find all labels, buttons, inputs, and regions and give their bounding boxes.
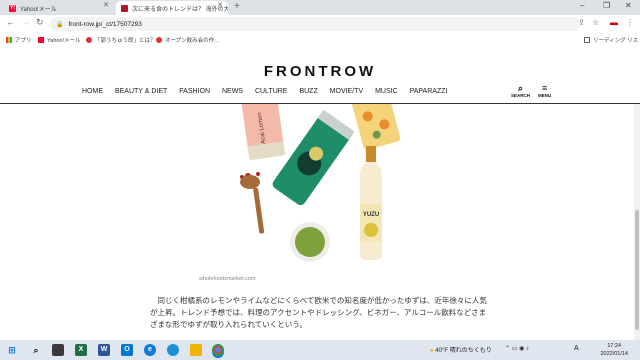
minimize-icon[interactable]: – [580, 1, 584, 10]
close-icon[interactable]: ✕ [103, 1, 109, 9]
clock[interactable]: 17:24 2022/01/14 [600, 342, 628, 358]
nav-movie-tv[interactable]: MOVIE/TV [330, 88, 363, 95]
bookmark-label: アプリ [15, 38, 32, 44]
url-text: front-row.jp/_ct/17507293 [68, 20, 142, 28]
clock-date: 2022/01/14 [600, 351, 628, 357]
back-icon[interactable]: ← [6, 17, 15, 27]
site-logo[interactable]: FRONTROW [0, 63, 640, 80]
nav-news[interactable]: NEWS [222, 88, 243, 95]
window-close-icon[interactable]: ✕ [625, 1, 632, 10]
green-can [272, 109, 355, 206]
nav-home[interactable]: HOME [82, 88, 103, 95]
article-paragraph: 同じく柑橘系のレモンやライムなどにくらべて欧米での知名度が低かったゆずは、近年徐… [150, 296, 487, 329]
nav-fashion[interactable]: FASHION [179, 88, 210, 95]
search-label: SEARCH [511, 93, 531, 98]
hamburger-icon: ≡ [541, 83, 548, 93]
apps-icon [6, 37, 12, 43]
restore-icon[interactable]: ❐ [603, 1, 610, 10]
nav-beauty-diet[interactable]: BEAUTY & DIET [115, 88, 167, 95]
extension-icon[interactable]: ▬ [610, 18, 618, 27]
bookmark-yahoo[interactable]: Yahoo!メール [38, 36, 81, 44]
new-tab-icon[interactable]: + [234, 1, 240, 12]
forward-icon[interactable]: → [21, 17, 30, 27]
yahoo-icon: Y! [9, 4, 16, 12]
bookmark-label: Yahoo!メール [47, 38, 81, 44]
bookmark-apps[interactable]: アプリ [6, 36, 32, 44]
menu-label: MENU [538, 93, 552, 98]
bookmark-label: オープン飲み会の作… [165, 38, 220, 44]
site-icon [156, 37, 162, 43]
more-icon[interactable]: ⋮ [626, 18, 634, 27]
weather-widget[interactable]: ● 40°F 晴れのちくもり [430, 345, 492, 354]
tab-title: 次に来る食のトレンドは？ 海外の大… [132, 6, 228, 13]
tab-yahoo-mail[interactable]: Y! Yahoo!メール ✕ [4, 1, 114, 15]
reading-list-button[interactable]: リーディング リスト [584, 36, 640, 44]
reading-list-icon [584, 37, 590, 43]
yuzu-bottle: YUZU [360, 146, 382, 260]
bookmarks-bar: アプリ Yahoo!メール 「郭うちゅう郎」とは？ オープン飲み会の作… リーデ… [0, 33, 640, 46]
share-icon[interactable]: ⇪ [578, 18, 585, 27]
weather-text: 晴れのちくもり [449, 348, 492, 354]
lock-icon: 🔒 [56, 21, 64, 28]
edge-new-icon[interactable] [167, 344, 179, 356]
menu-button[interactable]: ≡ MENU [538, 83, 552, 99]
windows-start-icon[interactable]: ⊞ [6, 344, 18, 356]
wooden-spoon [240, 175, 265, 234]
main-nav: HOME BEAUTY & DIET FASHION NEWS CULTURE … [82, 88, 457, 95]
article-image: Acai Lemon YUZU [240, 104, 401, 262]
weather-temp: 40°F [435, 348, 449, 354]
search-button[interactable]: ⌕ SEARCH [511, 83, 531, 99]
nav-buzz[interactable]: BUZZ [299, 88, 317, 95]
bookmark-article1[interactable]: 「郭うちゅう郎」とは？ [86, 36, 156, 44]
search-icon[interactable]: ⌕ [30, 344, 42, 356]
excel-icon[interactable]: X [75, 344, 87, 356]
address-bar[interactable]: 🔒 front-row.jp/_ct/17507293 [50, 17, 580, 31]
nav-paparazzi[interactable]: PAPARAZZI [410, 88, 448, 95]
scrollbar-thumb[interactable] [635, 210, 639, 330]
yahoo-icon [38, 37, 44, 43]
weather-icon: ● [430, 348, 434, 354]
bookmark-article2[interactable]: オープン飲み会の作… [156, 36, 220, 44]
taskbar: ⊞ ⌕ X W O e ● 40°F 晴れのちくもり ⌃ ▭ ◉ ♪ A 17:… [0, 340, 640, 360]
citrus-can [349, 104, 401, 150]
task-view-icon[interactable] [52, 344, 64, 356]
bookmark-star-icon[interactable]: ☆ [592, 18, 599, 27]
search-icon: ⌕ [517, 83, 524, 93]
bottle-label: YUZU [363, 212, 379, 218]
clock-time: 17:24 [607, 343, 622, 349]
ime-indicator[interactable]: A [574, 345, 579, 352]
site-favicon-icon [121, 4, 128, 12]
reading-list-label: リーディング リスト [593, 38, 640, 44]
chrome-icon[interactable] [212, 344, 224, 356]
matcha-bowl [290, 222, 330, 262]
outlook-icon[interactable]: O [121, 344, 133, 356]
site-icon [86, 37, 92, 43]
site-header: FRONTROW HOME BEAUTY & DIET FASHION NEWS… [0, 46, 640, 104]
tray-icons[interactable]: ⌃ ▭ ◉ ♪ [505, 345, 529, 352]
image-caption: wholefoodsmarket.com [199, 276, 256, 282]
file-explorer-icon[interactable] [190, 344, 202, 356]
nav-culture[interactable]: CULTURE [255, 88, 288, 95]
tab-title: Yahoo!メール [20, 6, 57, 13]
word-icon[interactable]: W [98, 344, 110, 356]
browser-toolbar: ← → ↻ 🔒 front-row.jp/_ct/17507293 ⇪ ☆ ▬ … [0, 15, 640, 33]
reload-icon[interactable]: ↻ [36, 17, 44, 28]
bookmark-label: 「郭うちゅう郎」とは？ [95, 38, 156, 44]
close-icon[interactable]: ✕ [217, 1, 223, 9]
acai-can: Acai Lemon [241, 104, 286, 161]
edge-icon[interactable]: e [144, 344, 156, 356]
browser-tab-bar: Y! Yahoo!メール ✕ 次に来る食のトレンドは？ 海外の大… ✕ + – … [0, 0, 640, 15]
tab-article[interactable]: 次に来る食のトレンドは？ 海外の大… ✕ [116, 1, 228, 15]
nav-music[interactable]: MUSIC [375, 88, 398, 95]
